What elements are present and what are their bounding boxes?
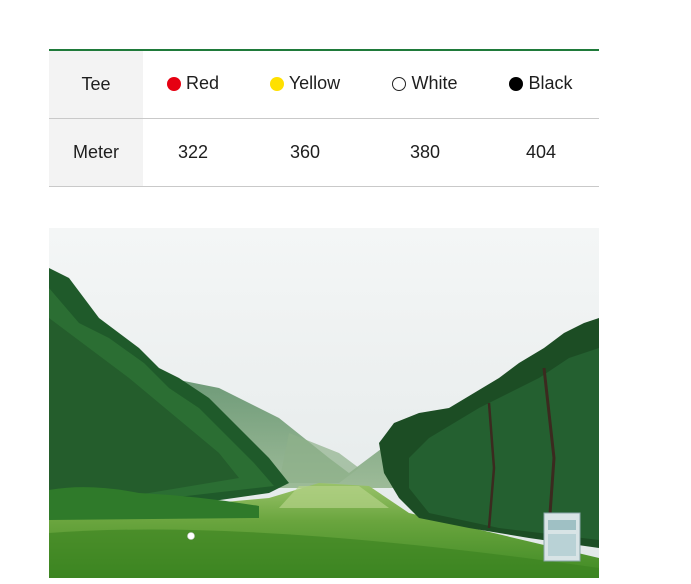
meter-row: Meter 322 360 380 404 xyxy=(49,118,599,187)
tee-red-cell: Red xyxy=(143,50,243,119)
tee-black-cell: Black xyxy=(483,50,599,119)
meter-black-cell: 404 xyxy=(483,118,599,187)
tee-name: Black xyxy=(528,73,573,93)
yellow-tee-dot-icon xyxy=(269,76,284,91)
tee-yellow-cell: Yellow xyxy=(243,50,367,119)
tee-name: White xyxy=(411,73,458,93)
meter-header-cell: Meter xyxy=(49,118,143,187)
tee-name: Red xyxy=(185,73,220,93)
red-tee-dot-icon xyxy=(166,76,181,91)
meter-yellow-cell: 360 xyxy=(243,118,367,187)
tee-name: Yellow xyxy=(288,73,341,93)
meter-red-cell: 322 xyxy=(143,118,243,187)
tee-white-cell: White xyxy=(367,50,483,119)
white-tee-dot-icon xyxy=(392,76,407,91)
tee-row: Tee Red Yellow White Black xyxy=(49,50,599,119)
golf-hole-photo xyxy=(49,228,599,578)
meter-white-cell: 380 xyxy=(367,118,483,187)
black-tee-dot-icon xyxy=(509,76,524,91)
tee-header-cell: Tee xyxy=(49,50,143,119)
tee-distance-table: Tee Red Yellow White Black Meter 322 360… xyxy=(49,49,599,187)
